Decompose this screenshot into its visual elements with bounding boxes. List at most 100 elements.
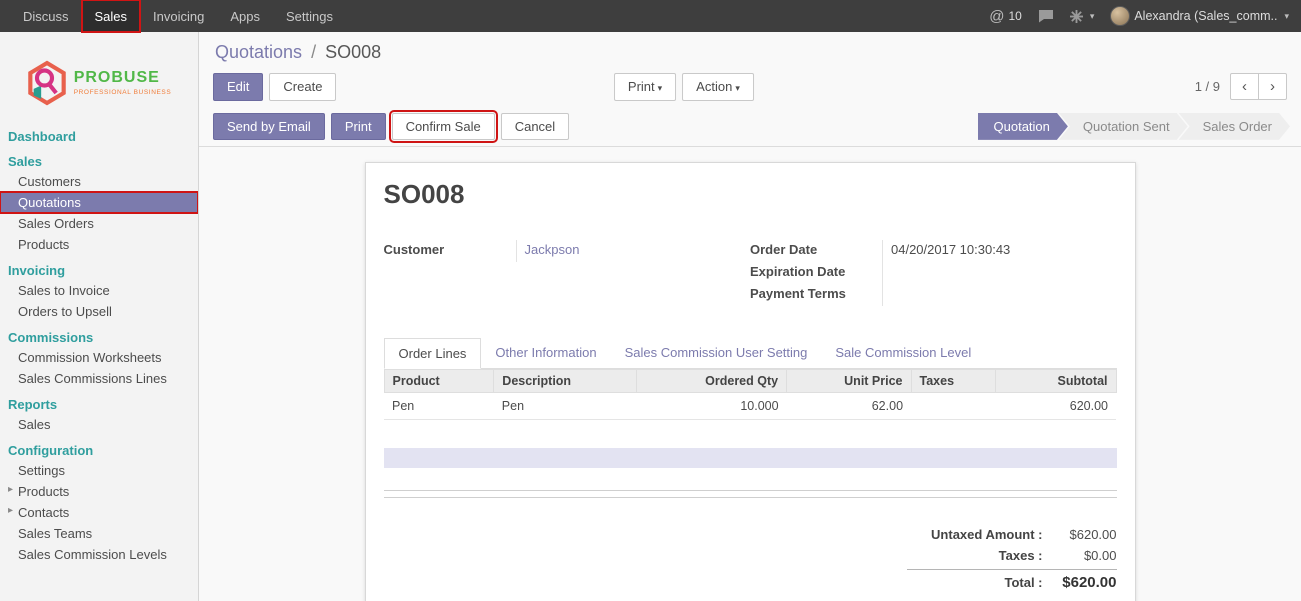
customer-value-link[interactable]: Jackpson xyxy=(525,242,580,257)
tab-sales-commission-user-setting[interactable]: Sales Commission User Setting xyxy=(611,338,822,369)
logo-subtitle: PROFESSIONAL BUSINESS xyxy=(74,89,172,96)
menu-settings[interactable]: Settings xyxy=(273,0,346,32)
avatar xyxy=(1110,6,1130,26)
control-panel-row-2: Send by Email Print Confirm Sale Cancel … xyxy=(199,111,1301,148)
sidebar-heading-reports[interactable]: Reports xyxy=(0,395,198,414)
status-step-quotation[interactable]: Quotation xyxy=(978,113,1068,140)
col-unit-price[interactable]: Unit Price xyxy=(787,370,911,393)
table-row[interactable]: Pen Pen 10.000 62.00 620.00 xyxy=(384,393,1116,420)
sidebar-item-contacts[interactable]: ▸ Contacts xyxy=(0,502,198,523)
taxes-label: Taxes : xyxy=(907,548,1043,563)
table-header-row: Product Description Ordered Qty Unit Pri… xyxy=(384,370,1116,393)
print-dropdown-button[interactable]: Print▾ xyxy=(614,73,676,101)
cell-description: Pen xyxy=(494,393,637,420)
breadcrumb-separator: / xyxy=(307,42,320,62)
tab-order-lines[interactable]: Order Lines xyxy=(384,338,482,369)
pager-count: 1 / 9 xyxy=(1195,79,1220,94)
main-content: Quotations / SO008 Edit Create Print▾ Ac… xyxy=(199,32,1301,601)
sidebar-item-products[interactable]: Products xyxy=(0,234,198,255)
action-dropdown-button[interactable]: Action▾ xyxy=(682,73,754,101)
user-menu[interactable]: Alexandra (Sales_comm.. ▾ xyxy=(1110,6,1289,26)
untaxed-amount-value: $620.00 xyxy=(1043,527,1117,542)
breadcrumb-current: SO008 xyxy=(325,42,381,62)
probuse-logo[interactable]: PROBUSE PROFESSIONAL BUSINESS xyxy=(0,32,198,127)
confirm-sale-button[interactable]: Confirm Sale xyxy=(392,113,495,141)
sidebar-item-label: Products xyxy=(18,484,69,499)
cell-taxes xyxy=(911,393,995,420)
sidebar-item-sales-orders[interactable]: Sales Orders xyxy=(0,213,198,234)
mentions-button[interactable]: @ 10 xyxy=(989,8,1022,25)
chevron-down-icon: ▾ xyxy=(1090,11,1095,22)
payment-terms-value xyxy=(882,284,1117,306)
form-view-area: SO008 Customer Jackpson Order Date 04/20 xyxy=(199,147,1301,601)
debug-icon xyxy=(1070,10,1083,23)
sidebar-item-sales-to-invoice[interactable]: Sales to Invoice xyxy=(0,280,198,301)
sidebar-nav: Dashboard Sales Customers Quotations Sal… xyxy=(0,127,198,565)
messages-button[interactable] xyxy=(1038,9,1054,23)
sidebar-item-customers[interactable]: Customers xyxy=(0,171,198,192)
probuse-logo-icon xyxy=(27,60,67,106)
menu-sales[interactable]: Sales xyxy=(82,0,141,32)
order-lines-table: Product Description Ordered Qty Unit Pri… xyxy=(384,369,1117,420)
sidebar-heading-dashboard[interactable]: Dashboard xyxy=(0,127,198,146)
col-subtotal[interactable]: Subtotal xyxy=(995,370,1116,393)
menu-apps[interactable]: Apps xyxy=(217,0,273,32)
sidebar-item-commission-worksheets[interactable]: Commission Worksheets xyxy=(0,347,198,368)
chevron-right-icon: ▸ xyxy=(8,484,13,495)
tab-sale-commission-level[interactable]: Sale Commission Level xyxy=(821,338,985,369)
sidebar-heading-commissions[interactable]: Commissions xyxy=(0,328,198,347)
edit-button[interactable]: Edit xyxy=(213,73,263,101)
cancel-button[interactable]: Cancel xyxy=(501,113,569,141)
col-description[interactable]: Description xyxy=(494,370,637,393)
cell-subtotal: 620.00 xyxy=(995,393,1116,420)
create-button[interactable]: Create xyxy=(269,73,336,101)
sidebar-item-orders-to-upsell[interactable]: Orders to Upsell xyxy=(0,301,198,322)
page-title: SO008 xyxy=(384,179,1117,210)
total-value: $620.00 xyxy=(1043,574,1117,591)
sidebar-item-settings[interactable]: Settings xyxy=(0,460,198,481)
pager-next-button[interactable]: › xyxy=(1258,73,1287,100)
sidebar-heading-sales[interactable]: Sales xyxy=(0,152,198,171)
chevron-down-icon: ▾ xyxy=(1284,11,1289,22)
mention-count: 10 xyxy=(1008,9,1021,23)
menu-invoicing[interactable]: Invoicing xyxy=(140,0,217,32)
status-step-quotation-sent[interactable]: Quotation Sent xyxy=(1059,113,1188,140)
send-by-email-button[interactable]: Send by Email xyxy=(213,113,325,141)
sidebar-item-sales-commission-levels[interactable]: Sales Commission Levels xyxy=(0,544,198,565)
totals-block: Untaxed Amount : $620.00 Taxes : $0.00 T… xyxy=(907,524,1117,594)
breadcrumb: Quotations / SO008 xyxy=(199,42,1301,73)
print-button[interactable]: Print xyxy=(331,113,386,141)
total-label: Total : xyxy=(907,575,1043,590)
cell-product: Pen xyxy=(384,393,494,420)
separator-lines xyxy=(384,490,1117,498)
cell-ordered-qty: 10.000 xyxy=(637,393,787,420)
notebook-tabs: Order Lines Other Information Sales Comm… xyxy=(384,338,1117,369)
app-window: Discuss Sales Invoicing Apps Settings @ … xyxy=(0,0,1301,601)
untaxed-amount-label: Untaxed Amount : xyxy=(907,527,1043,542)
sidebar-item-reports-sales[interactable]: Sales xyxy=(0,414,198,435)
sidebar-item-quotations[interactable]: Quotations xyxy=(0,192,198,213)
sidebar-heading-invoicing[interactable]: Invoicing xyxy=(0,261,198,280)
sidebar-item-config-products[interactable]: ▸ Products xyxy=(0,481,198,502)
sidebar-item-sales-teams[interactable]: Sales Teams xyxy=(0,523,198,544)
at-icon: @ xyxy=(989,8,1004,25)
status-step-sales-order[interactable]: Sales Order xyxy=(1179,113,1290,140)
systray: @ 10 ▾ Alexandra (Sales_comm.. ▾ xyxy=(989,0,1301,32)
sidebar-heading-configuration[interactable]: Configuration xyxy=(0,441,198,460)
pager-previous-button[interactable]: ‹ xyxy=(1230,73,1259,100)
control-panel-row-1: Edit Create Print▾ Action▾ 1 / 9 ‹ › xyxy=(199,73,1301,101)
menu-discuss[interactable]: Discuss xyxy=(10,0,82,32)
col-taxes[interactable]: Taxes xyxy=(911,370,995,393)
debug-menu-button[interactable]: ▾ xyxy=(1070,10,1095,23)
tab-other-information[interactable]: Other Information xyxy=(481,338,610,369)
chevron-right-icon: ▸ xyxy=(8,505,13,516)
cell-unit-price: 62.00 xyxy=(787,393,911,420)
control-panel: Quotations / SO008 Edit Create Print▾ Ac… xyxy=(199,32,1301,147)
col-ordered-qty[interactable]: Ordered Qty xyxy=(637,370,787,393)
sidebar-item-sales-commissions-lines[interactable]: Sales Commissions Lines xyxy=(0,368,198,389)
taxes-value: $0.00 xyxy=(1043,548,1117,563)
breadcrumb-quotations-link[interactable]: Quotations xyxy=(215,42,302,62)
notes-section-bar xyxy=(384,448,1117,468)
order-date-value: 04/20/2017 10:30:43 xyxy=(882,240,1117,262)
col-product[interactable]: Product xyxy=(384,370,494,393)
